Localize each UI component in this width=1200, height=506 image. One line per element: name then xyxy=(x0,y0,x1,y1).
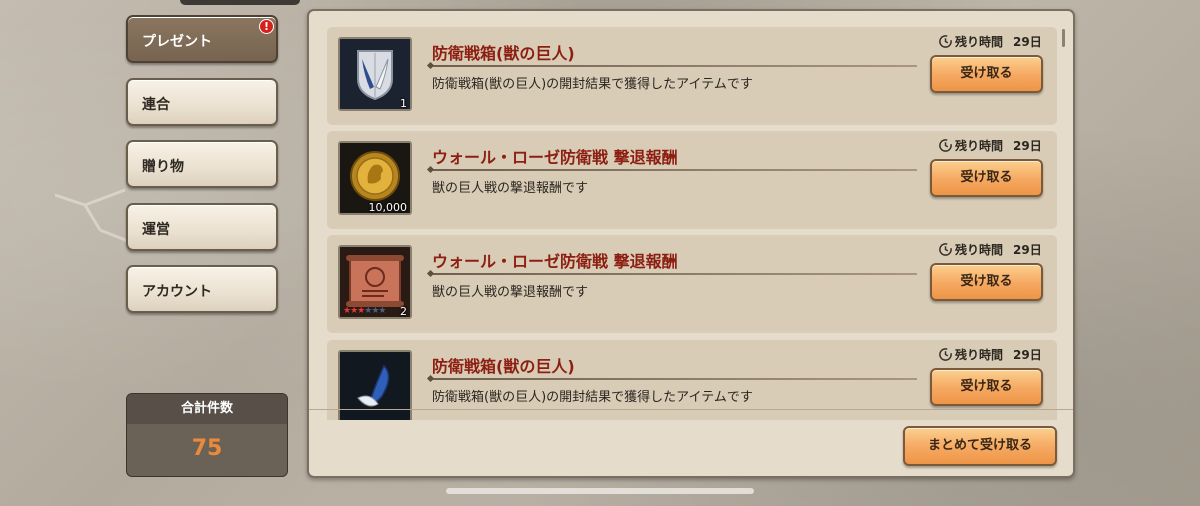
home-indicator[interactable] xyxy=(446,488,754,494)
sidebar-item-alliance[interactable]: 連合 xyxy=(126,78,278,126)
sidebar-item-label: プレゼント xyxy=(142,34,212,50)
item-quantity: 1 xyxy=(400,97,407,110)
receive-button[interactable]: 受け取る xyxy=(930,159,1043,197)
timer-value: 29日 xyxy=(1013,35,1042,49)
item-title: 防衛戦箱(獣の巨人) xyxy=(432,357,575,376)
sidebar-item-label: 贈り物 xyxy=(142,159,184,175)
title-divider xyxy=(430,169,917,171)
present-item: ★★★★★★ 2 ウォール・ローゼ防衛戦 撃退報酬 獣の巨人戦の撃退報酬です 残… xyxy=(327,235,1057,333)
receive-button[interactable]: 受け取る xyxy=(930,368,1043,406)
item-quantity: 10,000 xyxy=(368,201,408,214)
sidebar-item-operations[interactable]: 運営 xyxy=(126,203,278,251)
timer-icon xyxy=(939,348,952,361)
present-item: 防衛戦箱(獣の巨人) 防衛戦箱(獣の巨人)の開封結果で獲得したアイテムです 残り… xyxy=(327,340,1057,420)
receive-all-button[interactable]: まとめて受け取る xyxy=(903,426,1057,466)
present-list[interactable]: 1 防衛戦箱(獣の巨人) 防衛戦箱(獣の巨人)の開封結果で獲得したアイテムです … xyxy=(327,27,1057,420)
receive-button[interactable]: 受け取る xyxy=(930,263,1043,301)
item-title: ウォール・ローゼ防衛戦 撃退報酬 xyxy=(432,148,678,167)
remaining-time: 残り時間 29日 xyxy=(938,241,1042,261)
item-icon-frame: 1 xyxy=(338,37,412,111)
sidebar-item-label: 運営 xyxy=(142,222,170,238)
timer-value: 29日 xyxy=(1013,243,1042,257)
sidebar-item-present[interactable]: プレゼント ! xyxy=(126,15,278,63)
title-divider xyxy=(430,65,917,67)
timer-label: 残り時間 xyxy=(955,35,1004,49)
timer-label: 残り時間 xyxy=(955,139,1004,153)
timer-icon xyxy=(939,139,952,152)
total-count-value: 75 xyxy=(191,436,223,461)
timer-value: 29日 xyxy=(1013,348,1042,362)
sidebar-item-account[interactable]: アカウント xyxy=(126,265,278,313)
remaining-time: 残り時間 29日 xyxy=(938,33,1042,53)
item-title: 防衛戦箱(獣の巨人) xyxy=(432,44,575,63)
present-item: 1 防衛戦箱(獣の巨人) 防衛戦箱(獣の巨人)の開封結果で獲得したアイテムです … xyxy=(327,27,1057,125)
item-quantity: 2 xyxy=(400,305,407,318)
item-description: 防衛戦箱(獣の巨人)の開封結果で獲得したアイテムです xyxy=(432,390,753,405)
sidebar-item-gifts[interactable]: 贈り物 xyxy=(126,140,278,188)
item-icon-frame: ★★★★★★ 2 xyxy=(338,245,412,319)
footer-divider xyxy=(309,409,1073,410)
timer-label: 残り時間 xyxy=(955,348,1004,362)
remaining-time: 残り時間 29日 xyxy=(938,137,1042,157)
item-description: 防衛戦箱(獣の巨人)の開封結果で獲得したアイテムです xyxy=(432,77,753,92)
total-count-label: 合計件数 xyxy=(127,394,287,424)
present-list-panel: 1 防衛戦箱(獣の巨人) 防衛戦箱(獣の巨人)の開封結果で獲得したアイテムです … xyxy=(307,9,1075,478)
item-title: ウォール・ローゼ防衛戦 撃退報酬 xyxy=(432,252,678,271)
background-crack-decoration xyxy=(55,188,134,245)
timer-icon xyxy=(939,243,952,256)
top-bar-edge xyxy=(180,0,300,5)
sidebar-item-label: 連合 xyxy=(142,97,170,113)
title-divider xyxy=(430,378,917,380)
item-description: 獣の巨人戦の撃退報酬です xyxy=(432,285,589,300)
remaining-time: 残り時間 29日 xyxy=(938,346,1042,366)
sidebar-item-label: アカウント xyxy=(142,284,212,300)
list-scrollbar[interactable] xyxy=(1062,29,1065,47)
title-divider xyxy=(430,273,917,275)
star-icon: ★ xyxy=(378,306,386,316)
present-item: 10,000 ウォール・ローゼ防衛戦 撃退報酬 獣の巨人戦の撃退報酬です 残り時… xyxy=(327,131,1057,229)
timer-icon xyxy=(939,35,952,48)
receive-button[interactable]: 受け取る xyxy=(930,55,1043,93)
notification-badge: ! xyxy=(259,19,274,34)
timer-value: 29日 xyxy=(1013,139,1042,153)
rarity-stars: ★★★★★★ xyxy=(343,306,386,316)
timer-label: 残り時間 xyxy=(955,243,1004,257)
total-count-box: 合計件数 75 xyxy=(126,393,288,477)
item-icon-frame: 10,000 xyxy=(338,141,412,215)
item-description: 獣の巨人戦の撃退報酬です xyxy=(432,181,589,196)
